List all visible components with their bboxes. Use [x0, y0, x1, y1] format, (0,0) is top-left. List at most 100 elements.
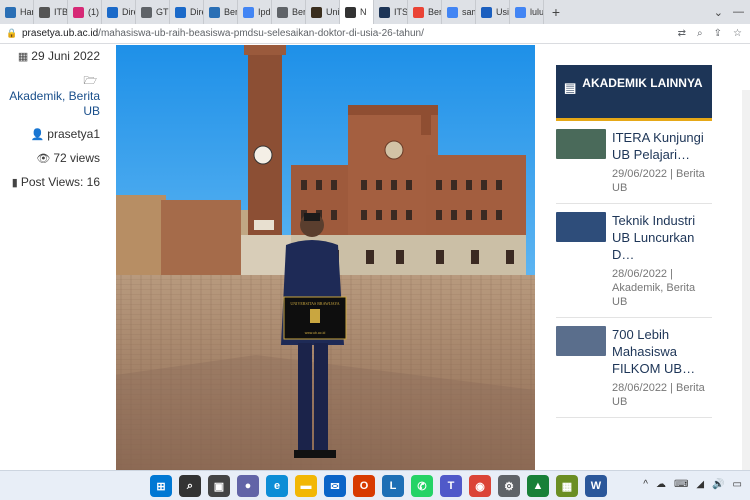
tab-label: sam: [462, 7, 475, 17]
tray-icon[interactable]: ▭: [733, 479, 742, 490]
article-thumbnail[interactable]: [556, 212, 606, 242]
browser-tab[interactable]: lulus: [510, 0, 544, 24]
browser-tab[interactable]: Dire: [170, 0, 204, 24]
mail-icon[interactable]: ✉: [324, 475, 346, 497]
browser-tab[interactable]: sam: [442, 0, 476, 24]
tab-favicon-icon: [39, 6, 50, 18]
tab-label: Bera: [292, 7, 306, 17]
browser-tab[interactable]: Berit: [204, 0, 238, 24]
task-view-icon[interactable]: ▣: [208, 475, 230, 497]
whatsapp-icon[interactable]: ✆: [411, 475, 433, 497]
translate-icon[interactable]: ⇄: [678, 28, 686, 39]
file-explorer-icon[interactable]: ▬: [295, 475, 317, 497]
office-icon[interactable]: O: [353, 475, 375, 497]
new-tab-button[interactable]: +: [544, 4, 568, 20]
browser-tab[interactable]: Ipdp: [238, 0, 272, 24]
tab-favicon-icon: [5, 6, 16, 18]
teams-icon[interactable]: T: [440, 475, 462, 497]
related-article-item[interactable]: 700 Lebih Mahasiswa FILKOM UB… 28/06/2022…: [556, 318, 712, 418]
word-icon[interactable]: W: [585, 475, 607, 497]
browser-tab[interactable]: Hari: [0, 0, 34, 24]
search-icon[interactable]: ⌕: [179, 475, 201, 497]
browser-tab[interactable]: ITS I: [374, 0, 408, 24]
user-edit-icon: 👤: [30, 129, 45, 141]
browser-tab[interactable]: (1) I: [68, 0, 102, 24]
sidebar-heading: ▤ AKADEMIK LAINNYA: [556, 65, 712, 121]
tab-favicon-icon: [447, 6, 458, 18]
browser-tab[interactable]: Univ: [306, 0, 340, 24]
tab-label: ITB (: [54, 7, 68, 17]
browser-tab[interactable]: N✕: [340, 0, 374, 24]
tray-icon[interactable]: ☁: [656, 479, 666, 490]
bar-chart-icon: ▮: [11, 177, 18, 189]
browser-tab[interactable]: ITB (: [34, 0, 68, 24]
minimize-icon[interactable]: —: [733, 6, 744, 18]
related-article-item[interactable]: ITERA Kunjungi UB Pelajari… 29/06/2022 | …: [556, 121, 712, 204]
related-article-meta: 28/06/2022 | Berita UB: [612, 382, 705, 408]
tab-favicon-icon: [345, 6, 356, 18]
tab-label: Ipdp: [258, 7, 271, 17]
article-photo: UNIVERSITAS BRAWIJAYA www.ub.ac.id: [116, 45, 535, 470]
post-date: ▦ 29 Juni 2022: [17, 49, 100, 63]
url-domain: prasetya.ub.ac.id: [22, 28, 99, 39]
url-path: /mahasiswa-ub-raih-beasiswa-pmdsu-selesa…: [98, 28, 424, 39]
related-article-title[interactable]: Teknik Industri UB Luncurkan D…: [612, 212, 712, 263]
settings-icon[interactable]: ⚙: [498, 475, 520, 497]
bookmark-star-icon[interactable]: ☆: [733, 28, 742, 39]
svg-text:UNIVERSITAS BRAWIJAYA: UNIVERSITAS BRAWIJAYA: [290, 301, 339, 306]
edge-icon[interactable]: e: [266, 475, 288, 497]
article-thumbnail[interactable]: [556, 129, 606, 159]
tray-icon[interactable]: 🔊: [712, 479, 724, 490]
start-icon[interactable]: ⊞: [150, 475, 172, 497]
folder-icon: 🗁: [83, 75, 97, 87]
tab-label: Dire: [122, 7, 135, 17]
related-article-title[interactable]: ITERA Kunjungi UB Pelajari…: [612, 129, 712, 163]
tab-label: Usia: [496, 7, 509, 17]
sidebar-related: ▤ AKADEMIK LAINNYA ITERA Kunjungi UB Pel…: [556, 65, 712, 418]
browser-tab[interactable]: GTK: [136, 0, 170, 24]
tab-label: Univ: [326, 7, 340, 17]
photos-icon[interactable]: ▦: [556, 475, 578, 497]
post-author[interactable]: 👤 prasetya1: [0, 127, 100, 143]
browser-tab[interactable]: Dire: [102, 0, 136, 24]
related-article-title[interactable]: 700 Lebih Mahasiswa FILKOM UB…: [612, 326, 712, 377]
address-bar[interactable]: 🔒 prasetya.ub.ac.id/mahasiswa-ub-raih-be…: [0, 24, 750, 44]
share-icon[interactable]: ⇪: [714, 28, 722, 39]
tab-favicon-icon: [413, 6, 424, 18]
zoom-icon[interactable]: ⌕: [697, 28, 703, 39]
browser-tab[interactable]: Berit: [408, 0, 442, 24]
post-meta: ▦ 29 Juni 2022 🗁 Akademik, Berita UB 👤 pras…: [0, 49, 100, 199]
tray-icon[interactable]: ◢: [696, 479, 704, 490]
chrome-icon[interactable]: ◉: [469, 475, 491, 497]
tab-favicon-icon: [243, 6, 254, 18]
url-text[interactable]: prasetya.ub.ac.id/mahasiswa-ub-raih-beas…: [22, 28, 424, 39]
tab-search-icon[interactable]: ⌄: [714, 6, 723, 19]
tab-favicon-icon: [277, 6, 288, 18]
browser-tab[interactable]: Bera: [272, 0, 306, 24]
related-article-item[interactable]: Teknik Industri UB Luncurkan D… 28/06/202…: [556, 204, 712, 318]
post-view-counter: ▮ Post Views: 16: [11, 175, 100, 189]
tray-icon[interactable]: ^: [643, 479, 648, 490]
post-categories[interactable]: 🗁 Akademik, Berita UB: [0, 73, 100, 119]
tab-favicon-icon: [515, 6, 526, 18]
lock-icon[interactable]: 🔒: [6, 28, 20, 39]
tab-label: Hari: [20, 7, 33, 17]
chat-icon[interactable]: ●: [237, 475, 259, 497]
browser-tab-strip: Hari ITB ((1) I Dire GTK Dire Berit Ipdp Bera Un…: [0, 0, 750, 24]
tab-label: GTK: [156, 7, 169, 17]
article-thumbnail[interactable]: [556, 326, 606, 356]
tab-favicon-icon: [481, 6, 492, 18]
system-tray[interactable]: ^ ☁ ⌨ ◢ 🔊 ▭: [643, 479, 742, 490]
tab-favicon-icon: [209, 6, 220, 18]
tray-icon[interactable]: ⌨: [674, 479, 688, 490]
drive-icon[interactable]: ▲: [527, 475, 549, 497]
vertical-scrollbar[interactable]: [742, 90, 750, 470]
lexicon-icon[interactable]: L: [382, 475, 404, 497]
related-article-meta: 29/06/2022 | Berita UB: [612, 168, 705, 194]
list-icon: ▤: [564, 80, 577, 95]
category-links[interactable]: Akademik, Berita UB: [9, 89, 100, 118]
tab-favicon-icon: [73, 6, 84, 18]
related-article-meta: 28/06/2022 | Akademik, Berita UB: [612, 268, 696, 308]
browser-tab[interactable]: Usia: [476, 0, 510, 24]
tab-label: Berit: [224, 7, 238, 17]
